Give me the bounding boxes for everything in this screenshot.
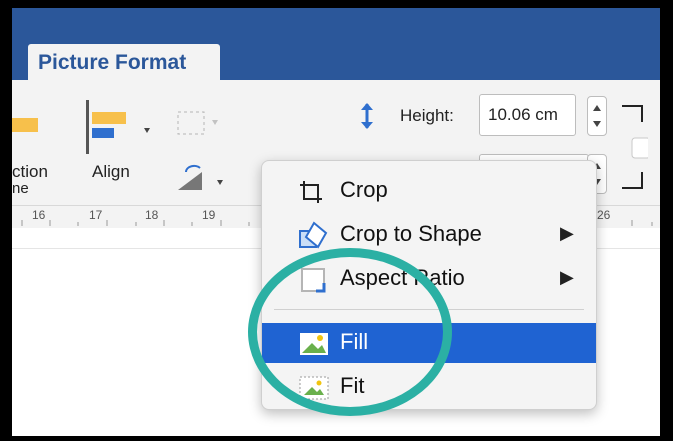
height-stepper[interactable] (587, 96, 607, 136)
highlight-circle (248, 248, 452, 416)
menu-item-crop-to-shape[interactable]: Crop to Shape ▶ (262, 215, 596, 255)
tab-picture-format[interactable]: Picture Format (28, 44, 220, 82)
selection-pane-label-2: ne (12, 180, 29, 197)
selection-pane-icon[interactable] (12, 110, 52, 140)
menu-item-label: Crop (340, 177, 388, 202)
tab-label: Picture Format (38, 51, 187, 74)
submenu-arrow-icon: ▶ (560, 223, 574, 243)
menu-item-label: Crop to Shape (340, 221, 482, 246)
height-label: Height: (400, 106, 454, 125)
group-icon (172, 106, 222, 146)
crop-icon (298, 179, 324, 210)
submenu-arrow-icon: ▶ (560, 267, 574, 287)
align-icon[interactable] (82, 98, 152, 158)
height-icon (357, 102, 377, 132)
height-input[interactable] (479, 94, 576, 136)
selection-pane-label[interactable]: ction (12, 162, 48, 182)
app-window: Picture Format ction ne Align Height: 10… (12, 8, 660, 436)
lock-aspect-bracket-icon (618, 102, 651, 202)
menu-item-crop[interactable]: Crop (262, 171, 596, 211)
rotate-icon[interactable] (172, 162, 232, 202)
align-label: Align (92, 162, 130, 181)
